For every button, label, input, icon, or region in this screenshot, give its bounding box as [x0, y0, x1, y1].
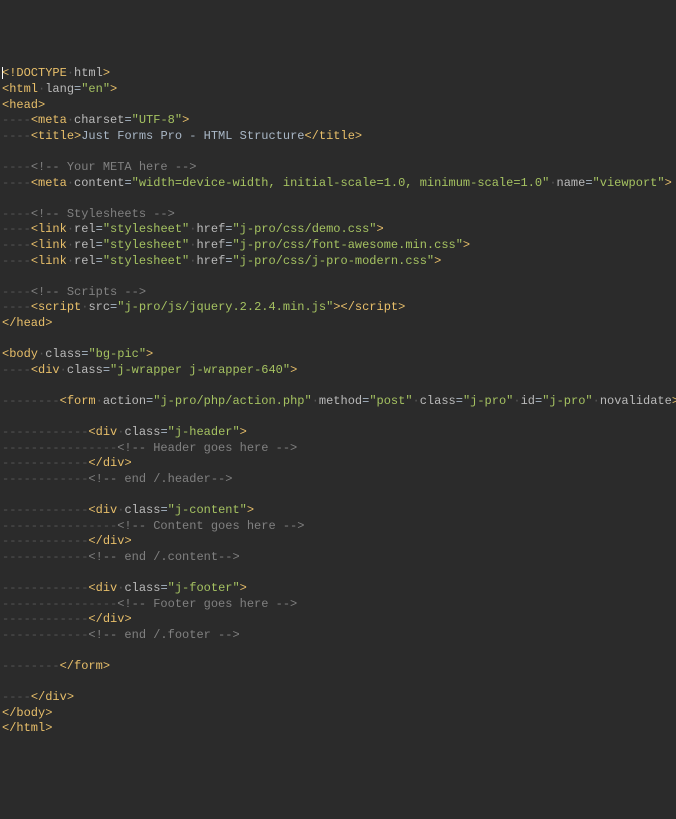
code-line: ----<link·rel="stylesheet"·href="j-pro/c…	[2, 238, 674, 254]
code-editor[interactable]: <!DOCTYPE·html><html·lang="en"><head>---…	[2, 66, 674, 737]
code-line	[2, 144, 674, 160]
code-line	[2, 643, 674, 659]
code-line: ------------<div·class="j-content">	[2, 503, 674, 519]
code-line: ----<!-- Scripts -->	[2, 285, 674, 301]
code-line	[2, 378, 674, 394]
code-line	[2, 409, 674, 425]
code-line	[2, 191, 674, 207]
code-line: ------------<div·class="j-footer">	[2, 581, 674, 597]
code-line: ------------<!-- end /.content-->	[2, 550, 674, 566]
code-line: ----------------<!-- Footer goes here --…	[2, 597, 674, 613]
code-line: ------------<!-- end /.header-->	[2, 472, 674, 488]
code-line: ----------------<!-- Content goes here -…	[2, 519, 674, 535]
code-line: </html>	[2, 721, 674, 737]
code-line: <!DOCTYPE·html>	[2, 66, 674, 82]
code-line: ----<link·rel="stylesheet"·href="j-pro/c…	[2, 254, 674, 270]
code-line: ------------</div>	[2, 534, 674, 550]
code-line: <html·lang="en">	[2, 82, 674, 98]
code-line: ----<!-- Your META here -->	[2, 160, 674, 176]
code-line: ----<title>Just Forms Pro - HTML Structu…	[2, 129, 674, 145]
code-line: ----------------<!-- Header goes here --…	[2, 441, 674, 457]
code-line: ----<!-- Stylesheets -->	[2, 207, 674, 223]
code-line: </head>	[2, 316, 674, 332]
code-line: ----</div>	[2, 690, 674, 706]
code-line: </body>	[2, 706, 674, 722]
code-line: ----<link·rel="stylesheet"·href="j-pro/c…	[2, 222, 674, 238]
code-line	[2, 487, 674, 503]
code-line: ------------</div>	[2, 612, 674, 628]
code-line: --------<form·action="j-pro/php/action.p…	[2, 394, 674, 410]
code-line: --------</form>	[2, 659, 674, 675]
code-line	[2, 269, 674, 285]
code-line: ----<script·src="j-pro/js/jquery.2.2.4.m…	[2, 300, 674, 316]
code-line: ------------</div>	[2, 456, 674, 472]
code-line: ----<div·class="j-wrapper j-wrapper-640"…	[2, 363, 674, 379]
code-line: <body·class="bg-pic">	[2, 347, 674, 363]
code-line: ------------<div·class="j-header">	[2, 425, 674, 441]
code-line	[2, 331, 674, 347]
code-line: ----<meta·content="width=device-width, i…	[2, 176, 674, 192]
code-line	[2, 675, 674, 691]
code-line: ----<meta·charset="UTF-8">	[2, 113, 674, 129]
code-line	[2, 565, 674, 581]
code-line: <head>	[2, 98, 674, 114]
